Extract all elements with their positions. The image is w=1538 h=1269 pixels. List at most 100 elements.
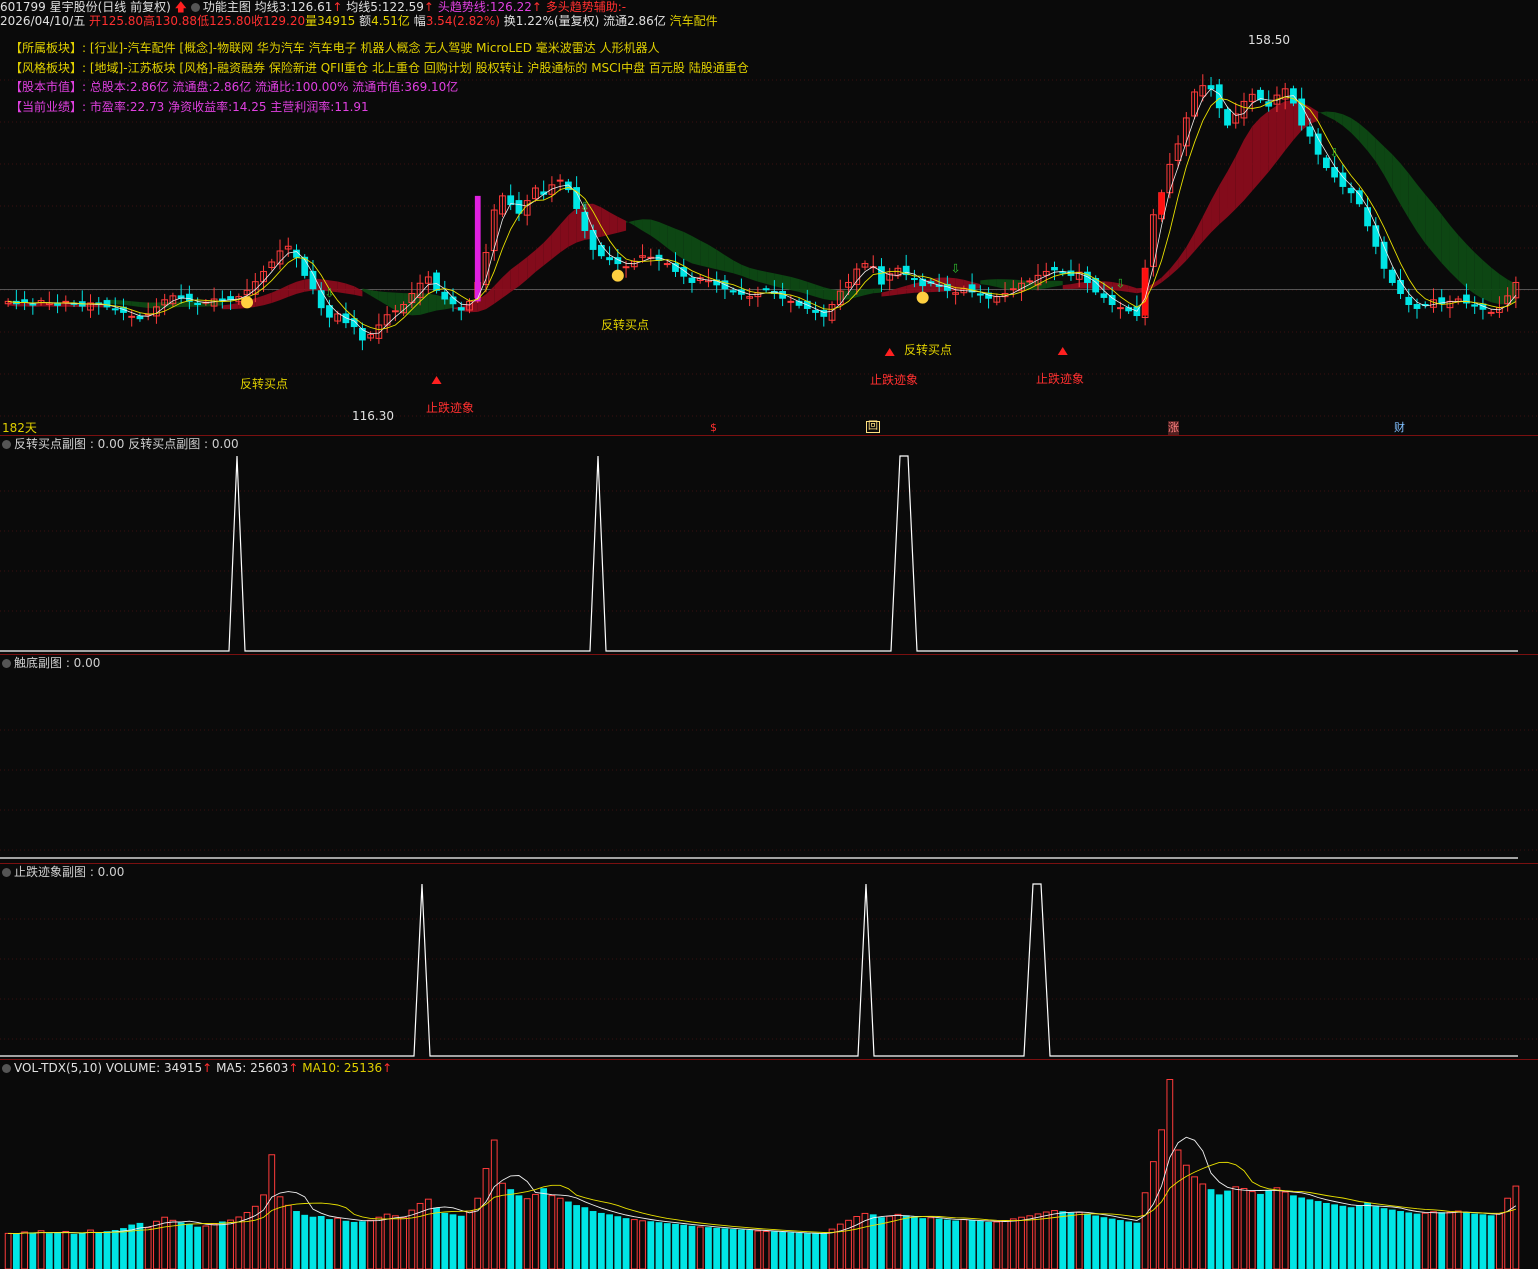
candle-body bbox=[1224, 109, 1231, 126]
volume-bar bbox=[161, 1216, 169, 1269]
volume-bar bbox=[1108, 1218, 1116, 1269]
reversal-buy-icon bbox=[241, 296, 254, 309]
volume-bar bbox=[185, 1223, 193, 1269]
volume-bar bbox=[1059, 1211, 1067, 1269]
vol-ma5-label: MA5: bbox=[216, 1061, 247, 1075]
event-tag-limit-up[interactable]: 涨 bbox=[1168, 421, 1179, 435]
candle-body bbox=[1364, 207, 1371, 227]
change-value: 3.54(2.82%) bbox=[425, 14, 500, 28]
volume-bar bbox=[1092, 1215, 1100, 1269]
volume-bar bbox=[62, 1230, 70, 1269]
volume-panel-label: VOL-TDX(5,10) VOLUME: 34915↑ MA5: 25603↑… bbox=[2, 1061, 392, 1075]
signal-stop-fall-3: 止跌迹象 bbox=[1036, 372, 1085, 386]
ma5-up-arrow-icon: ↑ bbox=[288, 1061, 299, 1075]
trend-ribbon-segment bbox=[428, 293, 437, 313]
change-label: 幅 bbox=[413, 14, 426, 28]
volume-bar bbox=[1388, 1209, 1396, 1269]
volume-bar bbox=[144, 1227, 152, 1269]
stock-title[interactable]: 601799 星宇股份(日线 前复权) bbox=[0, 0, 171, 14]
volume-bar bbox=[1207, 1189, 1215, 1269]
volume-bar bbox=[383, 1213, 391, 1269]
candle-body bbox=[326, 305, 333, 318]
volume-bar bbox=[1397, 1211, 1404, 1269]
bull-aux-value: - bbox=[621, 0, 627, 14]
volume-bar bbox=[1232, 1186, 1240, 1269]
volume-bar bbox=[1182, 1164, 1190, 1269]
trend-ribbon-segment bbox=[807, 281, 816, 297]
volume-bar bbox=[507, 1189, 515, 1269]
trend-ribbon-segment bbox=[609, 212, 618, 235]
trend-ribbon-segment bbox=[667, 225, 676, 255]
down-arrow-icon: ⇩ bbox=[951, 262, 961, 276]
vol-ma10-value: 25136 bbox=[343, 1061, 383, 1075]
trend-ribbon-segment bbox=[1211, 185, 1220, 233]
trend-ribbon-segment bbox=[354, 286, 363, 297]
volume-bar bbox=[194, 1226, 202, 1269]
volume-bar bbox=[1331, 1204, 1339, 1269]
trend-ribbon-segment bbox=[634, 219, 643, 231]
trend-ribbon-segment bbox=[411, 293, 421, 316]
stop-fall-icon bbox=[431, 376, 442, 384]
volume-bar bbox=[828, 1228, 836, 1269]
head-trend-label: 头趋势线: bbox=[437, 0, 490, 14]
volume-bar bbox=[812, 1233, 819, 1269]
volume-bar bbox=[1281, 1191, 1289, 1269]
trend-ribbon-segment bbox=[1384, 146, 1393, 190]
volume-bar bbox=[1149, 1161, 1157, 1269]
trend-ribbon-segment bbox=[691, 235, 701, 266]
volume-bar bbox=[655, 1222, 663, 1269]
event-tag-dividend[interactable]: $ bbox=[710, 421, 717, 435]
trend-ribbon-segment bbox=[642, 219, 651, 236]
volume-bar bbox=[1009, 1218, 1017, 1269]
volume-bar bbox=[762, 1230, 770, 1269]
event-tag-finance[interactable]: 财 bbox=[1394, 421, 1405, 435]
open-value: 125.80 bbox=[101, 14, 144, 28]
signal-reversal-buy-1: 反转买点 bbox=[240, 377, 289, 391]
trend-ribbon-segment bbox=[906, 283, 915, 294]
menu-circle-icon[interactable] bbox=[190, 3, 200, 12]
candle-body bbox=[606, 257, 613, 261]
trend-ribbon-segment bbox=[1334, 112, 1343, 126]
event-tag-buyback[interactable]: 回 bbox=[866, 421, 880, 433]
volume-bar bbox=[754, 1230, 762, 1269]
volume-bar bbox=[581, 1207, 589, 1269]
candle-body bbox=[1314, 133, 1322, 155]
trend-ribbon-segment bbox=[1318, 111, 1327, 117]
volume-bar bbox=[869, 1214, 877, 1269]
trend-ribbon-segment bbox=[996, 279, 1006, 289]
volume-bar bbox=[1512, 1185, 1520, 1269]
reversal-subchart[interactable] bbox=[0, 436, 1538, 654]
stop-fall-subchart[interactable] bbox=[0, 864, 1538, 1060]
vol-volume-label: VOLUME: bbox=[105, 1061, 161, 1075]
volume-bar bbox=[993, 1221, 1001, 1269]
volume-chart[interactable] bbox=[0, 1079, 1538, 1269]
trend-ribbon-segment bbox=[1351, 118, 1360, 142]
trend-ribbon-segment bbox=[617, 216, 627, 233]
volume-bar bbox=[523, 1198, 531, 1269]
candle-body bbox=[976, 293, 984, 296]
volume-bar bbox=[218, 1221, 226, 1269]
volume-bar bbox=[1355, 1205, 1363, 1269]
trend-ribbon-segment bbox=[799, 279, 808, 295]
trend-ribbon-segment bbox=[1194, 216, 1203, 252]
reversal-buy-icon bbox=[611, 269, 624, 282]
trend-ribbon-segment bbox=[675, 228, 684, 260]
volume-bar bbox=[820, 1233, 828, 1269]
days-label: 182天 bbox=[2, 421, 37, 435]
volume-bar bbox=[309, 1216, 317, 1269]
trend-ribbon-segment bbox=[823, 287, 833, 301]
touch-bottom-subchart[interactable] bbox=[0, 655, 1538, 863]
trend-ribbon-segment bbox=[1070, 282, 1080, 289]
trend-ribbon-segment bbox=[148, 302, 157, 309]
candle-body bbox=[762, 288, 770, 291]
volume-bar bbox=[12, 1233, 20, 1269]
volume-bar bbox=[70, 1233, 78, 1269]
trend-ribbon-segment bbox=[280, 285, 289, 301]
indicator-name[interactable]: 功能主图 bbox=[203, 0, 251, 14]
candlestick-chart[interactable]: ⇩ ⇩ ⇩ ⇩ ⇩ bbox=[0, 30, 1538, 430]
volume-bar bbox=[284, 1204, 292, 1269]
volume-bar bbox=[87, 1229, 94, 1269]
trend-ribbon-segment bbox=[551, 224, 561, 259]
trend-ribbon-segment bbox=[1359, 123, 1368, 151]
panel-menu-icon[interactable] bbox=[2, 1064, 11, 1073]
